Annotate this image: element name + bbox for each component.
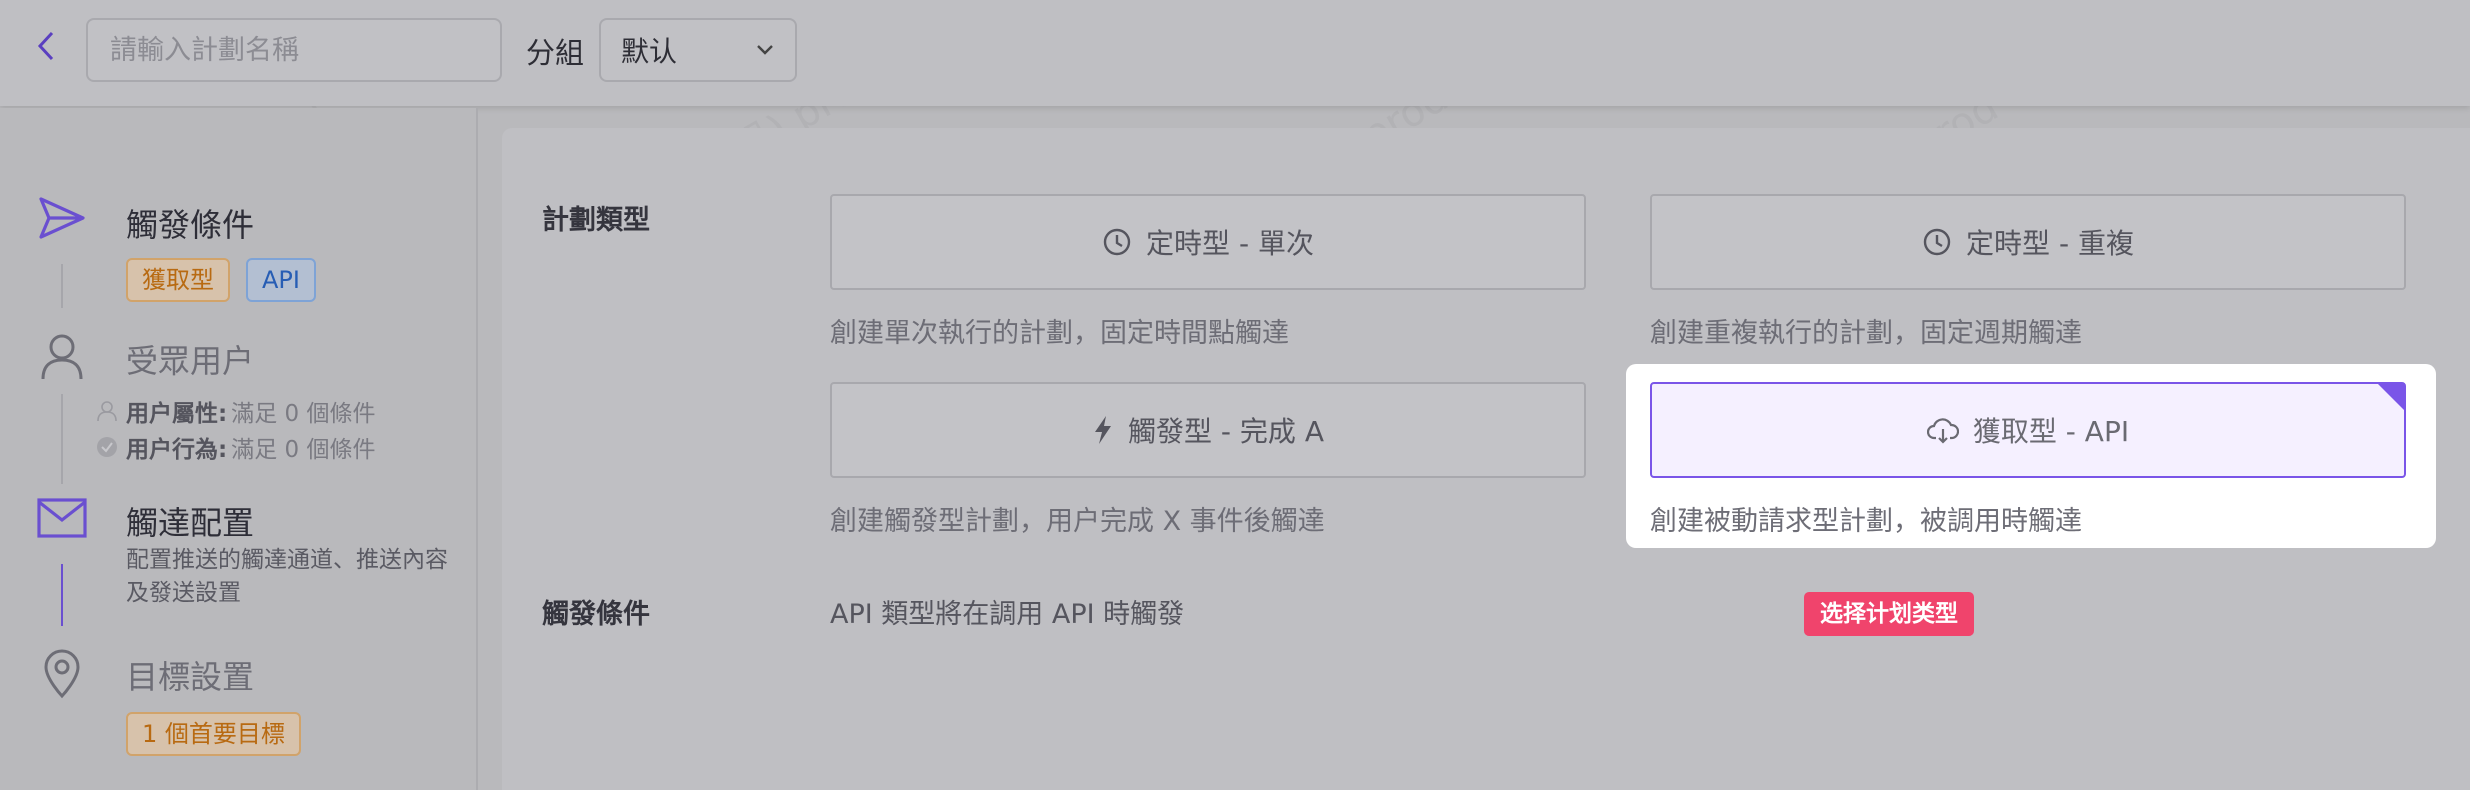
chevron-left-icon: [37, 31, 54, 61]
sidebar-step-audience[interactable]: 受眾用户 用户屬性: 滿足 0 個條件 用户行為: 滿足 0 個條件: [0, 330, 478, 470]
behavior-key: 用户行為:: [126, 437, 228, 463]
user-icon: [36, 330, 88, 382]
send-icon: [36, 192, 88, 244]
card-label: 定時型 - 單次: [1146, 227, 1314, 260]
tag-primary-goal: 1 個首要目標: [126, 712, 301, 756]
clock-icon: [1103, 228, 1131, 256]
clock-icon: [1923, 228, 1951, 256]
card-description: 創建被動請求型計劃，被調用時觸達: [1650, 506, 2082, 537]
chevron-down-icon: [757, 45, 773, 55]
tag-api: API: [246, 258, 316, 302]
step-title: 觸發條件: [126, 206, 255, 244]
step-description: 配置推送的觸達通道、推送內容及發送設置: [126, 547, 448, 606]
attribute-key: 用户屬性:: [126, 401, 228, 427]
group-select[interactable]: 默认: [599, 18, 797, 82]
card-description: 創建觸發型計劃，用户完成 X 事件後觸達: [830, 506, 1325, 537]
location-pin-icon: [36, 648, 88, 700]
back-button[interactable]: [28, 26, 64, 66]
plan-type-card-timed-once[interactable]: 定時型 - 單次: [830, 194, 1586, 290]
card-label: 獲取型 - API: [1972, 415, 2130, 448]
trigger-condition-label: 觸發條件: [542, 599, 650, 630]
sidebar: 觸發條件 獲取型 API 受眾用户 用户屬性: 滿足 0 個條件 用户行為: 滿…: [0, 108, 478, 790]
attribute-value: 滿足 0 個條件: [231, 401, 376, 427]
step-title: 目標設置: [126, 658, 255, 696]
step-title: 觸達配置: [126, 504, 255, 542]
behavior-value: 滿足 0 個條件: [231, 437, 376, 463]
selected-corner-mark: [2378, 384, 2404, 410]
top-bar: 分組 默认: [0, 0, 2470, 106]
audience-attribute-line: 用户屬性: 滿足 0 個條件: [97, 394, 376, 428]
card-label: 定時型 - 重複: [1966, 227, 2134, 260]
sidebar-step-trigger[interactable]: 觸發條件 獲取型 API: [0, 190, 478, 302]
guide-tooltip: 选择计划类型: [1804, 592, 1974, 636]
step-connector-active: [61, 564, 63, 626]
lightning-icon: [1095, 416, 1112, 444]
cloud-download-icon: [1926, 418, 1959, 444]
plan-type-label: 計劃類型: [542, 205, 650, 236]
step-connector: [61, 394, 63, 484]
audience-behavior-line: 用户行為: 滿足 0 個條件: [97, 430, 376, 464]
plan-type-card-trigger[interactable]: 觸發型 - 完成 A: [830, 382, 1586, 478]
card-description: 創建重複執行的計劃，固定週期觸達: [1650, 318, 2082, 349]
tag-fetch-type: 獲取型: [126, 258, 230, 302]
mail-icon: [36, 492, 88, 544]
user-small-icon: [97, 401, 117, 422]
group-select-value: 默认: [621, 35, 678, 68]
group-label: 分組: [526, 36, 585, 70]
step-connector: [61, 264, 63, 308]
plan-name-input[interactable]: [86, 18, 502, 82]
sidebar-step-goal[interactable]: 目標設置 1 個首要目標: [0, 646, 478, 756]
plan-type-card-api[interactable]: 獲取型 - API: [1650, 382, 2406, 478]
card-description: 創建單次執行的計劃，固定時間點觸達: [830, 318, 1289, 349]
step-title: 受眾用户: [126, 342, 255, 380]
trigger-condition-text: API 類型將在調用 API 時觸發: [830, 599, 1185, 630]
check-circle-icon: [97, 437, 117, 457]
card-label: 觸發型 - 完成 A: [1128, 415, 1324, 448]
sidebar-step-delivery[interactable]: 觸達配置 配置推送的觸達通道、推送內容及發送設置: [0, 492, 478, 606]
plan-type-card-timed-repeat[interactable]: 定時型 - 重複: [1650, 194, 2406, 290]
